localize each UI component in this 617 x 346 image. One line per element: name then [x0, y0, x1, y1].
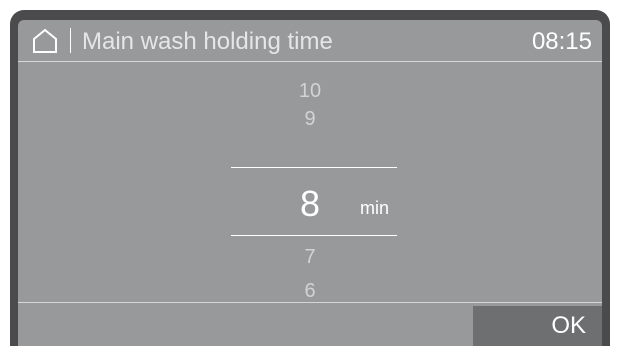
picker-value-below-2[interactable]: 6	[18, 279, 602, 303]
ok-button[interactable]: OK	[473, 306, 602, 346]
picker-value-below-1[interactable]: 7	[18, 245, 602, 269]
selection-line-bottom	[231, 235, 397, 236]
home-button[interactable]	[32, 28, 58, 54]
picker-selected-value[interactable]: 8	[18, 184, 602, 224]
footer-separator	[18, 302, 602, 303]
picker-unit-label: min	[360, 198, 390, 218]
display-screen: Main wash holding time 08:15 10 9 8 min …	[18, 20, 602, 346]
time-picker-wheel[interactable]: 10 9 8 min 7 6	[18, 62, 602, 302]
home-icon	[33, 28, 57, 53]
clock-time: 08:15	[531, 28, 592, 55]
picker-value-above-1[interactable]: 9	[18, 107, 602, 131]
page-title: Main wash holding time	[82, 28, 333, 55]
selection-line-top	[231, 167, 397, 168]
header-divider	[70, 28, 71, 53]
header-bar: Main wash holding time 08:15	[18, 20, 602, 61]
picker-value-above-2[interactable]: 10	[18, 79, 602, 103]
